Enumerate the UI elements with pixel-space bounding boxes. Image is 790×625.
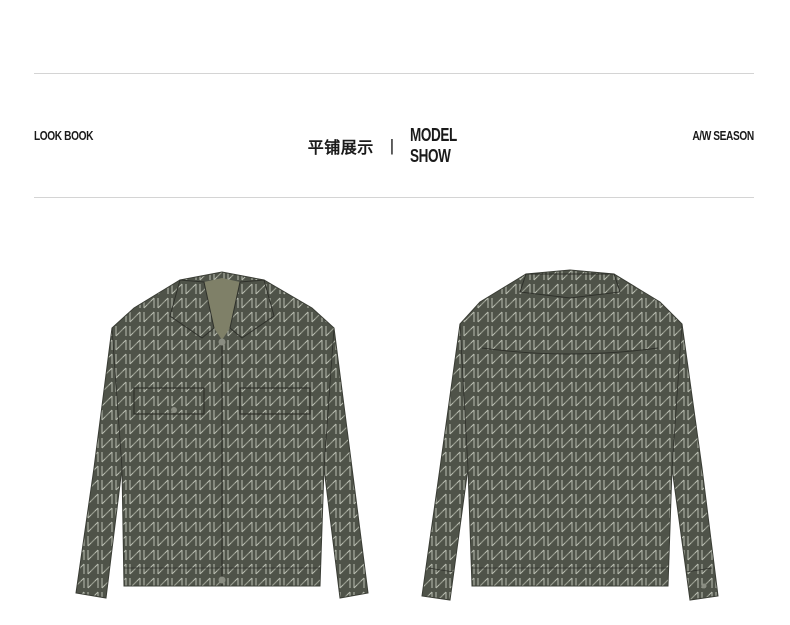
season-label: A/W SEASON (692, 128, 755, 143)
jacket-back-image (420, 268, 720, 608)
section-title: 平铺展示 | MODEL SHOW (0, 125, 790, 167)
section-title-en: MODEL SHOW (410, 125, 457, 166)
jacket-front-image (72, 268, 372, 608)
jacket-front-icon (75, 271, 369, 599)
title-separator: | (389, 136, 395, 155)
bottom-divider (34, 197, 754, 198)
top-divider (34, 73, 754, 74)
jacket-back-icon (421, 269, 719, 601)
section-title-cn: 平铺展示 (307, 138, 374, 157)
